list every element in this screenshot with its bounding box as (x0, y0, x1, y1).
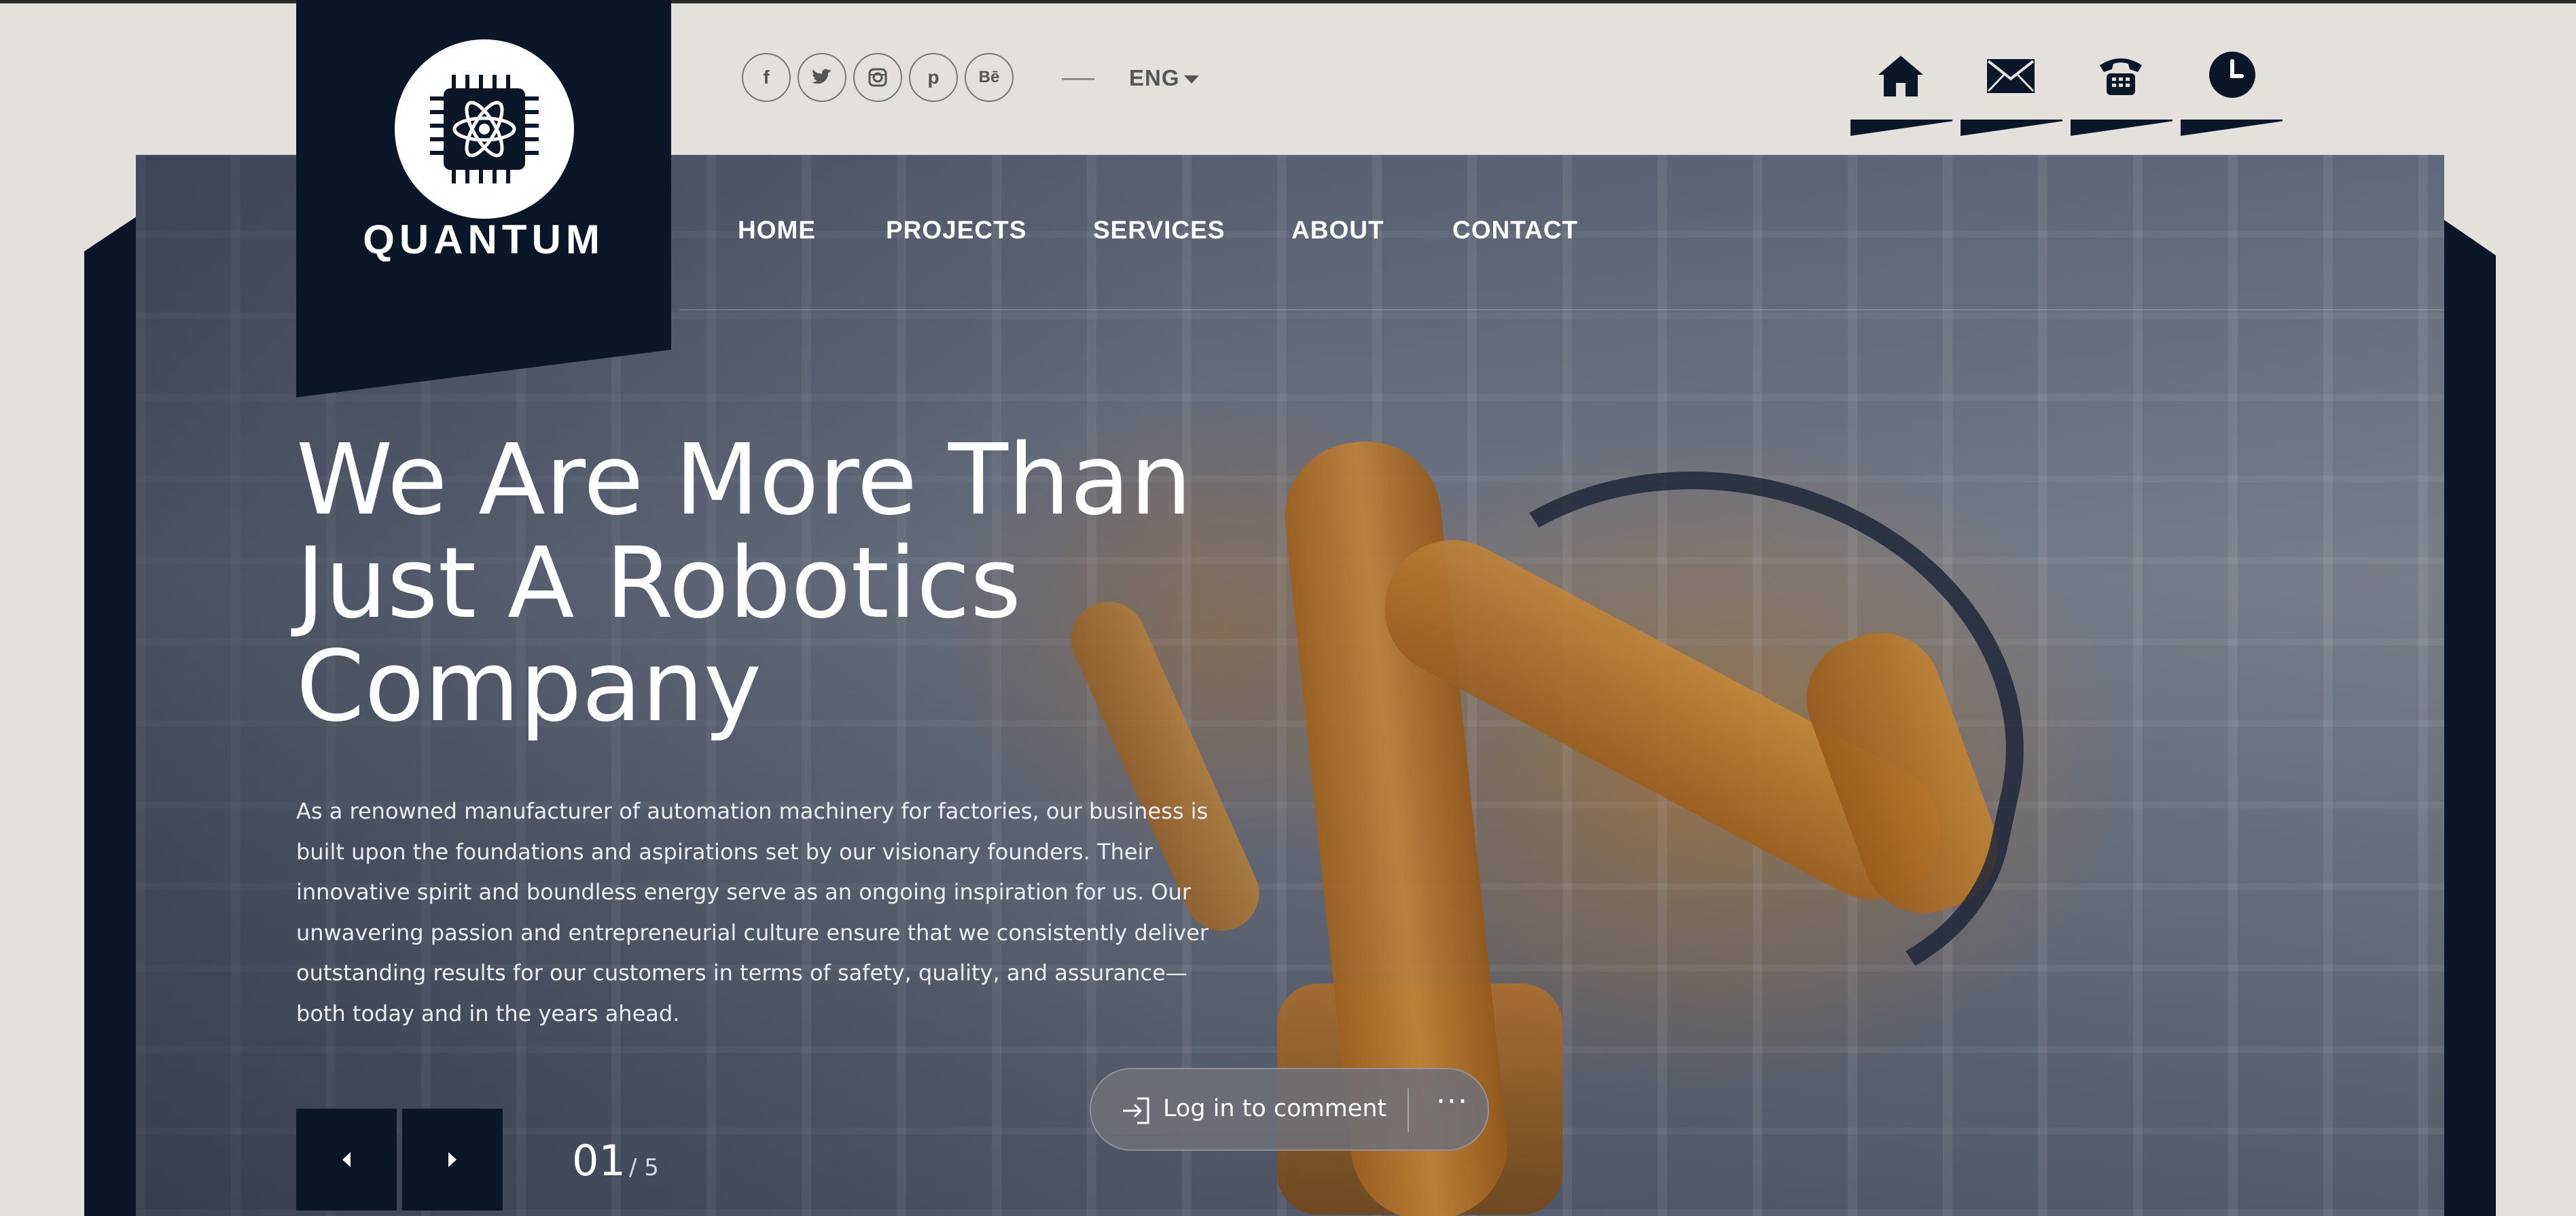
caret-down-icon (1183, 75, 1199, 84)
nav-home[interactable]: HOME (738, 216, 816, 245)
nav-divider (679, 309, 2444, 310)
chevron-left-icon (342, 1152, 351, 1167)
pill-separator (1408, 1088, 1409, 1132)
hero-headline: We Are More Than Just A Robotics Company (296, 423, 1192, 743)
home-icon[interactable] (1874, 49, 1928, 103)
pinterest-icon[interactable]: p (909, 53, 958, 102)
phone-icon[interactable] (2094, 49, 2148, 103)
more-options-button[interactable]: ··· (1436, 1084, 1469, 1119)
chevron-right-icon (448, 1152, 457, 1167)
mail-tab-marker (1961, 120, 2062, 136)
clock-icon[interactable] (2209, 52, 2255, 98)
nav-projects[interactable]: PROJECTS (886, 216, 1026, 245)
mail-icon[interactable] (1984, 49, 2038, 103)
language-label: ENG (1129, 65, 1180, 90)
brand-name: QUANTUM (363, 217, 605, 262)
hero-description: As a renowned manufacturer of automation… (296, 798, 1209, 1026)
nav-contact[interactable]: CONTACT (1452, 216, 1578, 245)
comment-bar: Log in to comment ··· (1090, 1068, 1489, 1151)
phone-tab-marker (2071, 120, 2172, 136)
atom-chip-icon (430, 75, 539, 183)
logo-block[interactable]: QUANTUM (296, 0, 671, 397)
facebook-icon[interactable]: f (742, 53, 791, 102)
slide-current: 01 (572, 1136, 626, 1185)
logo-badge (395, 39, 574, 219)
slide-counter: 01 / 5 (572, 1136, 659, 1185)
instagram-icon[interactable] (853, 53, 902, 102)
social-links: f p Bē (742, 53, 1014, 102)
home-tab-marker (1850, 120, 1952, 136)
separator-dash (1062, 78, 1094, 80)
login-icon (1121, 1096, 1151, 1128)
slide-next-button[interactable] (402, 1109, 503, 1211)
slide-prev-button[interactable] (296, 1109, 397, 1211)
language-selector[interactable]: ENG (1129, 65, 1199, 91)
nav-about[interactable]: ABOUT (1291, 216, 1384, 245)
behance-icon[interactable]: Bē (965, 53, 1014, 102)
nav-services[interactable]: SERVICES (1093, 216, 1225, 245)
twitter-icon[interactable] (798, 53, 846, 102)
clock-tab-marker (2181, 120, 2283, 136)
login-to-comment-button[interactable]: Log in to comment (1163, 1095, 1387, 1122)
slide-total: / 5 (629, 1154, 659, 1181)
